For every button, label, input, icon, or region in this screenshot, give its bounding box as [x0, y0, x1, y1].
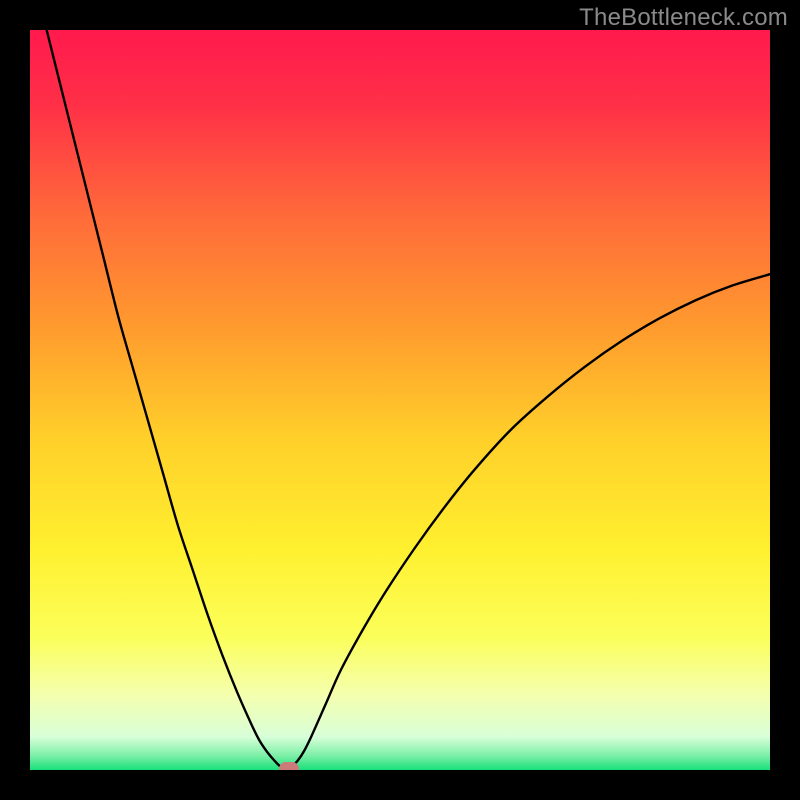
watermark-text: TheBottleneck.com	[579, 4, 788, 32]
optimal-point-marker	[279, 762, 299, 770]
plot-area	[30, 30, 770, 770]
chart-frame: TheBottleneck.com	[0, 0, 800, 800]
bottleneck-curve	[30, 30, 770, 770]
